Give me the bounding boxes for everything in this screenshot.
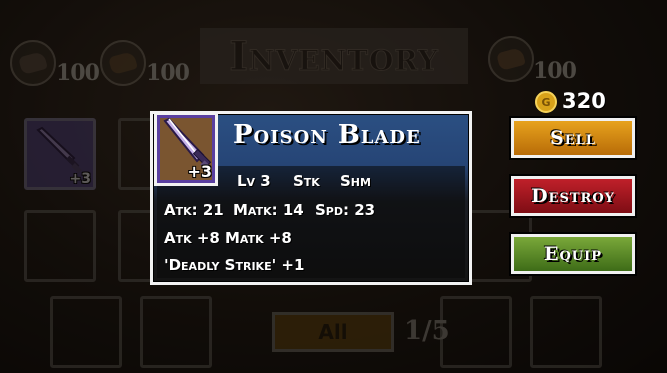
stat-matk: Matk: 14	[233, 201, 304, 219]
stat-atk: Atk: 21	[164, 201, 224, 219]
item-level: Lv 3	[237, 172, 271, 190]
item-upgrade-badge: +3	[187, 162, 212, 181]
item-portrait: +3	[154, 112, 218, 186]
equip-button[interactable]: Equip	[509, 232, 637, 276]
destroy-button[interactable]: Destroy	[509, 174, 637, 218]
gold-amount: 320	[562, 89, 606, 113]
item-name: Poison Blade	[233, 120, 421, 150]
bonus-matk: Matk +8	[225, 229, 292, 247]
gold-coin-icon: G	[535, 91, 557, 113]
item-tag-stk: Stk	[293, 172, 320, 190]
sell-button[interactable]: Sell	[509, 116, 637, 160]
bonus-atk: Atk +8	[164, 229, 220, 247]
stat-spd: Spd: 23	[315, 201, 376, 219]
item-tag-shm: Shm	[340, 172, 371, 190]
item-skill-bonus: 'Deadly Strike' +1	[164, 256, 305, 274]
